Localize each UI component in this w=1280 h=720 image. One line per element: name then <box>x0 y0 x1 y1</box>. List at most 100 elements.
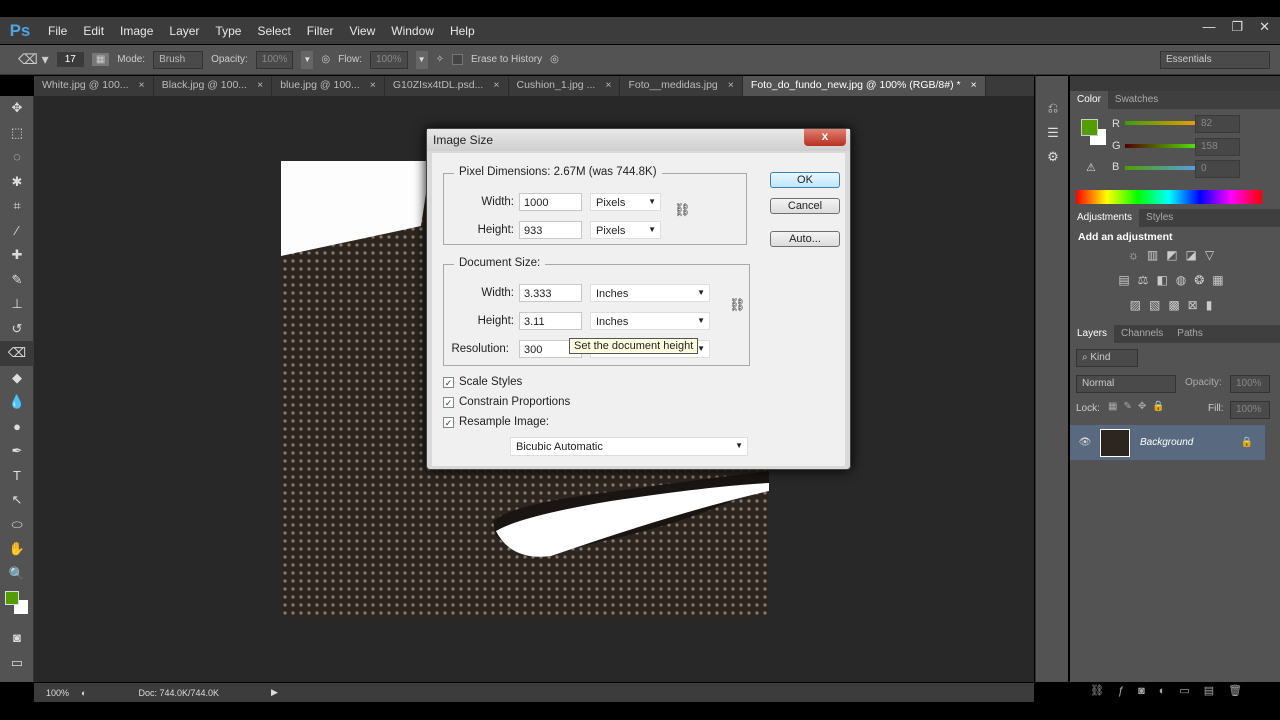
eraser-tool-icon[interactable]: ⌫ <box>0 341 34 366</box>
document-tab[interactable]: Foto__medidas.jpg × <box>620 76 743 96</box>
move-tool-icon[interactable]: ✥ <box>0 96 34 121</box>
minimize-button[interactable]: — <box>1202 19 1215 35</box>
pixel-width-input[interactable]: 1000 <box>519 193 582 211</box>
layer-name[interactable]: Background <box>1140 437 1241 448</box>
tab-color[interactable]: Color <box>1070 91 1108 109</box>
close-tab-icon[interactable]: × <box>139 79 145 93</box>
pressure-opacity-icon[interactable]: ◎ <box>321 54 330 65</box>
airbrush-icon[interactable]: ✧ <box>436 54 444 65</box>
marquee-tool-icon[interactable]: ⬚ <box>0 121 34 146</box>
pressure-size-icon[interactable]: ◎ <box>550 54 559 65</box>
g-slider[interactable] <box>1125 144 1205 148</box>
g-value[interactable]: 158 <box>1195 138 1240 156</box>
status-preview-icon[interactable]: ◐ <box>81 688 86 698</box>
document-tab[interactable]: White.jpg @ 100... × <box>34 76 154 96</box>
menu-layer[interactable]: Layer <box>161 24 207 38</box>
mode-select[interactable]: Brush <box>153 50 204 69</box>
auto-button[interactable]: Auto... <box>770 231 840 247</box>
zoom-tool-icon[interactable]: 🔍 <box>0 562 34 587</box>
erase-to-history-checkbox[interactable] <box>451 54 463 65</box>
menu-edit[interactable]: Edit <box>75 24 112 38</box>
ok-button[interactable]: OK <box>770 172 840 188</box>
doc-width-input[interactable]: 3.333 <box>519 284 582 302</box>
checkbox-icon[interactable]: ✓ <box>443 416 454 428</box>
stamp-tool-icon[interactable]: ⊥ <box>0 292 34 317</box>
pixel-height-unit-select[interactable]: Pixels <box>590 221 661 239</box>
close-tab-icon[interactable]: × <box>605 79 611 93</box>
tab-adjustments[interactable]: Adjustments <box>1070 209 1140 227</box>
doc-height-unit-select[interactable]: Inches <box>590 312 710 330</box>
type-tool-icon[interactable]: T <box>0 464 34 489</box>
tab-channels[interactable]: Channels <box>1114 325 1170 343</box>
pixel-width-unit-select[interactable]: Pixels <box>590 193 661 211</box>
screen-mode-icon[interactable]: ▭ <box>0 651 34 676</box>
opacity-dropdown[interactable]: ▼ <box>301 50 314 69</box>
workspace-select[interactable]: Essentials <box>1160 50 1270 69</box>
brush-size-picker[interactable]: 17 <box>56 52 84 67</box>
menu-help[interactable]: Help <box>442 24 483 38</box>
history-brush-tool-icon[interactable]: ↺ <box>0 317 34 342</box>
foreground-color-chip[interactable] <box>1081 119 1098 136</box>
properties-panel-icon[interactable]: ☰ <box>1036 121 1070 146</box>
flow-dropdown[interactable]: ▼ <box>415 50 428 69</box>
hand-tool-icon[interactable]: ✋ <box>0 537 34 562</box>
zoom-level[interactable]: 100% <box>46 688 69 698</box>
color-ramp[interactable] <box>1076 190 1262 204</box>
close-tab-icon[interactable]: × <box>728 79 734 93</box>
layer-filter-select[interactable]: ⌕ Kind <box>1076 349 1138 367</box>
eraser-tool-preset-icon[interactable]: ⌫ ▾ <box>18 51 49 68</box>
crop-tool-icon[interactable]: ⌗ <box>0 194 34 219</box>
dialog-close-button[interactable]: x <box>804 129 846 146</box>
layers-footer-icons[interactable]: ⛓ƒ◙◐▭▤🗑 <box>1090 684 1256 697</box>
blur-tool-icon[interactable]: 💧 <box>0 390 34 415</box>
tab-swatches[interactable]: Swatches <box>1108 91 1165 109</box>
b-value[interactable]: 0 <box>1195 160 1240 178</box>
menu-image[interactable]: Image <box>112 24 161 38</box>
menu-window[interactable]: Window <box>383 24 442 38</box>
tab-paths[interactable]: Paths <box>1170 325 1210 343</box>
close-tab-icon[interactable]: × <box>257 79 263 93</box>
document-tab[interactable]: blue.jpg @ 100... × <box>272 76 385 96</box>
menu-file[interactable]: File <box>40 24 75 38</box>
lasso-tool-icon[interactable]: ◌ <box>0 145 34 170</box>
tab-styles[interactable]: Styles <box>1139 209 1180 227</box>
adjustment-icons[interactable]: ☼▥◩◪▽ ▤⚖◧◍❂▦ ▨▧▩⊠▮ <box>1078 243 1272 318</box>
close-tab-icon[interactable]: × <box>971 79 977 93</box>
menu-view[interactable]: View <box>341 24 383 38</box>
out-of-gamut-warning-icon[interactable]: ⚠ <box>1086 161 1096 174</box>
resample-image-checkbox[interactable]: ✓ Resample Image: <box>443 416 549 428</box>
healing-tool-icon[interactable]: ✚ <box>0 243 34 268</box>
shape-tool-icon[interactable]: ⬭ <box>0 513 34 538</box>
status-menu-arrow-icon[interactable]: ▶ <box>271 687 278 698</box>
checkbox-icon[interactable]: ✓ <box>443 376 454 388</box>
b-slider[interactable] <box>1125 166 1205 170</box>
history-panel-icon[interactable]: ⎌ <box>1036 96 1070 121</box>
layer-row[interactable]: 👁 Background 🔒 <box>1070 425 1265 460</box>
document-tab-active[interactable]: Foto_do_fundo_new.jpg @ 100% (RGB/8#) * × <box>742 76 986 96</box>
maximize-button[interactable]: ❐ <box>1231 19 1243 35</box>
scale-styles-checkbox[interactable]: ✓ Scale Styles <box>443 376 522 388</box>
brush-panel-icon[interactable]: ▦ <box>91 53 110 66</box>
checkbox-icon[interactable]: ✓ <box>443 396 454 408</box>
brush-tool-icon[interactable]: ✎ <box>0 268 34 293</box>
quick-mask-icon[interactable]: ◙ <box>0 626 34 651</box>
visibility-eye-icon[interactable]: 👁 <box>1070 437 1100 448</box>
close-tab-icon[interactable]: × <box>370 79 376 93</box>
brush-presets-panel-icon[interactable]: ⚙ <box>1036 145 1070 170</box>
flow-input[interactable]: 100% <box>370 50 408 69</box>
cancel-button[interactable]: Cancel <box>770 198 840 214</box>
doc-height-input[interactable]: 3.11 <box>519 312 582 330</box>
constrain-proportions-checkbox[interactable]: ✓ Constrain Proportions <box>443 396 570 408</box>
pixel-height-input[interactable]: 933 <box>519 221 582 239</box>
opacity-input[interactable]: 100% <box>255 50 294 69</box>
pen-tool-icon[interactable]: ✒ <box>0 439 34 464</box>
blend-mode-select[interactable]: Normal <box>1076 375 1176 393</box>
document-tab[interactable]: Black.jpg @ 100... × <box>154 76 273 96</box>
menu-type[interactable]: Type <box>207 24 249 38</box>
lock-icons[interactable]: ▦✎✥🔒 <box>1108 401 1171 412</box>
layer-opacity-input[interactable]: 100% <box>1230 375 1270 393</box>
document-tab[interactable]: G10ZIsx4tDL.psd... × <box>385 76 509 96</box>
dodge-tool-icon[interactable]: ● <box>0 415 34 440</box>
menu-filter[interactable]: Filter <box>299 24 342 38</box>
fill-input[interactable]: 100% <box>1230 401 1270 419</box>
